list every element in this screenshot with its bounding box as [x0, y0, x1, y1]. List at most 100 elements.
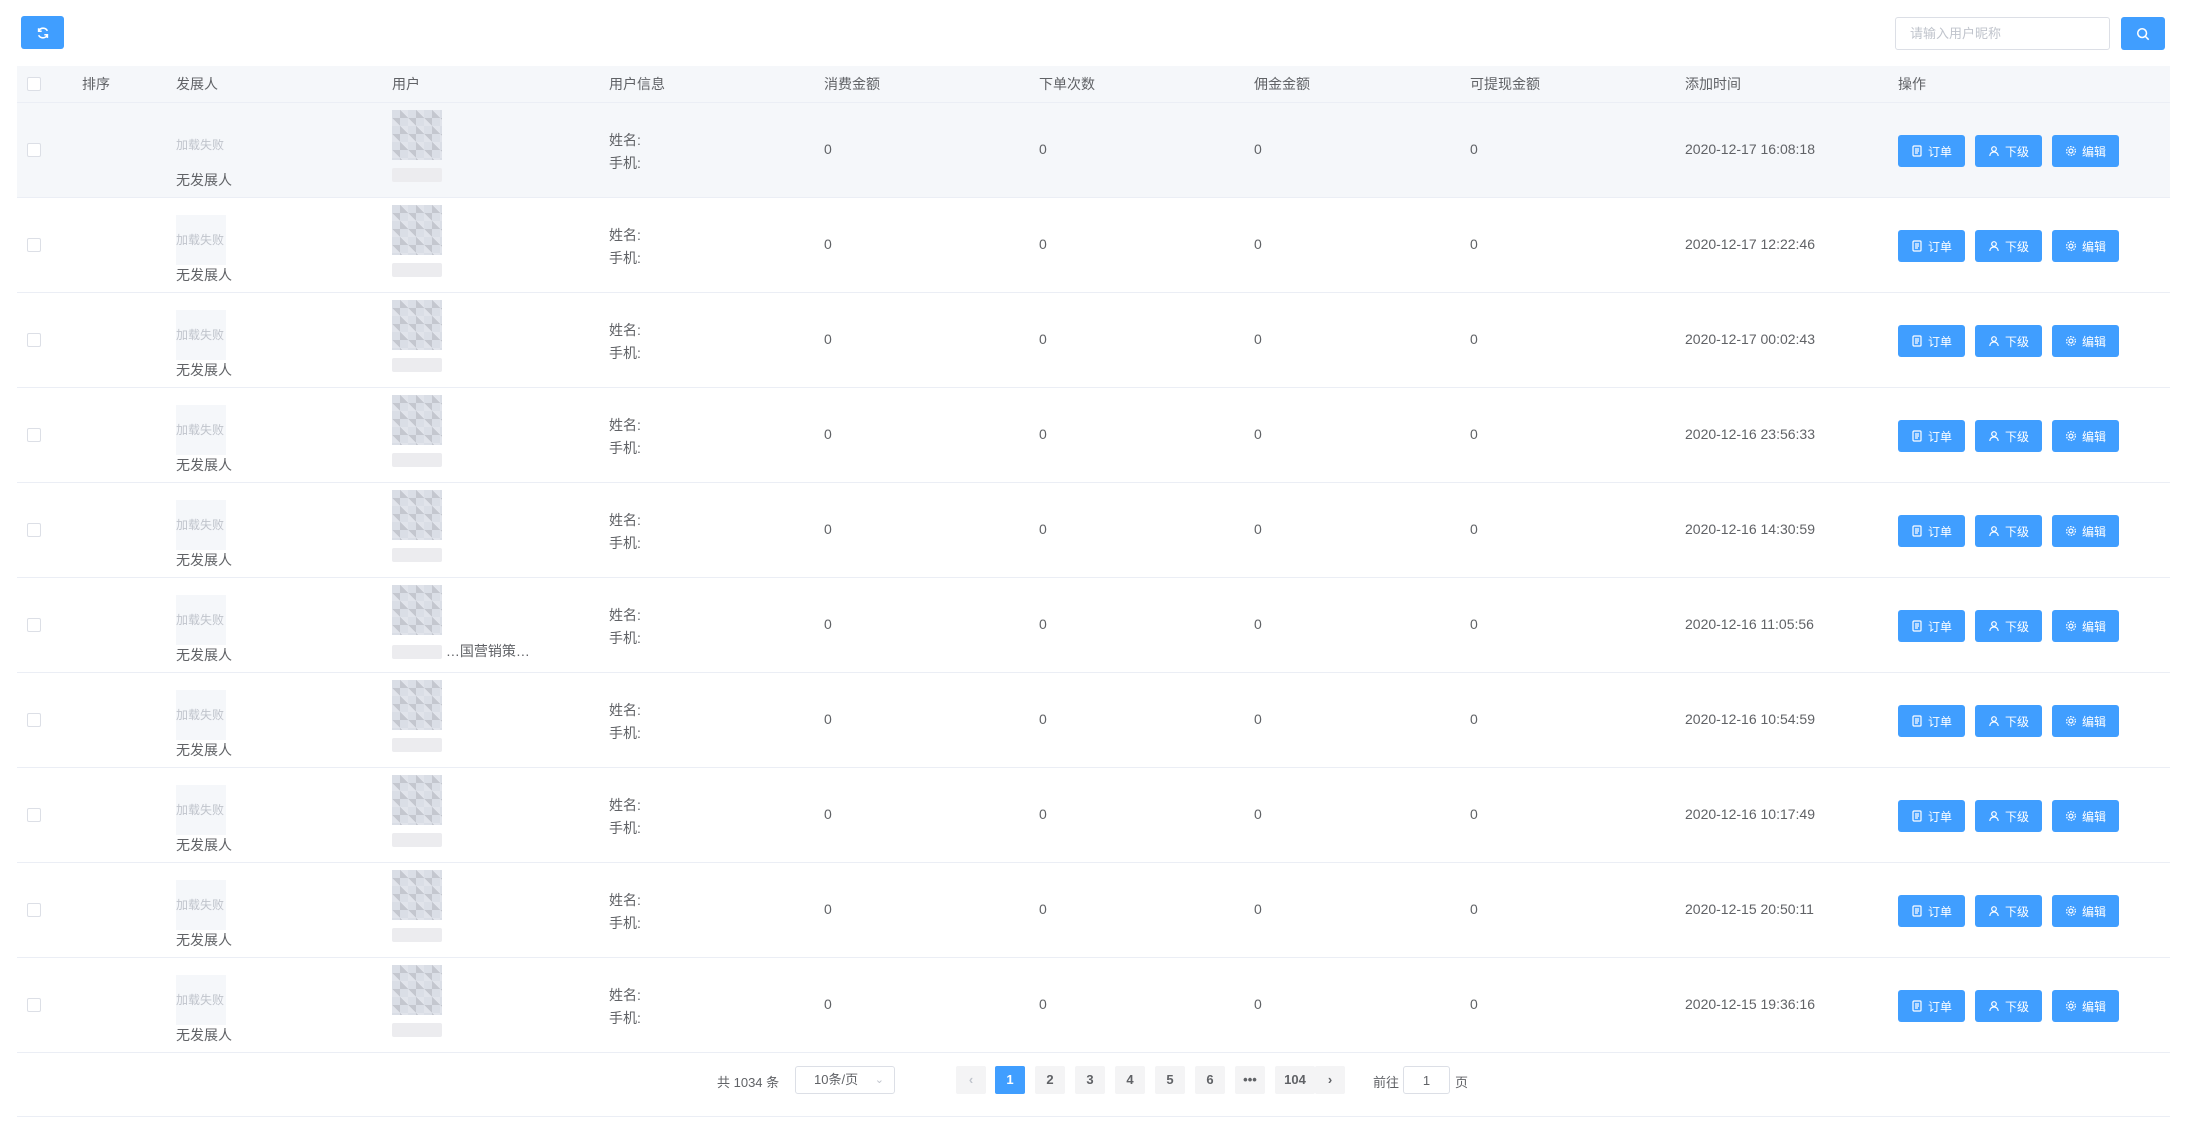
page-4-button[interactable]: 4 — [1115, 1066, 1145, 1094]
user-icon — [1989, 336, 1999, 347]
referrer-avatar: 加载失败 — [176, 500, 226, 550]
order-button-label: 订单 — [1928, 714, 1953, 729]
edit-button-label: 编辑 — [2082, 334, 2107, 349]
row-actions: 订单 下级 编辑 — [1898, 420, 2120, 452]
subordinate-button[interactable]: 下级 — [1975, 515, 2043, 547]
subordinate-button[interactable]: 下级 — [1975, 420, 2043, 452]
header-referrer: 发展人 — [176, 76, 218, 92]
order-button[interactable]: 订单 — [1898, 990, 1966, 1022]
row-checkbox[interactable] — [27, 618, 41, 632]
subordinate-button[interactable]: 下级 — [1975, 990, 2043, 1022]
row-checkbox[interactable] — [27, 998, 41, 1012]
table-row: 加载失败 无发展人 姓名: 手机: 0 0 0 0 2020-12-15 19:36:16 订单 下… — [17, 958, 2170, 1053]
subordinate-button[interactable]: 下级 — [1975, 230, 2043, 262]
order-button[interactable]: 订单 — [1898, 135, 1966, 167]
user-info-phone: 手机: — [609, 630, 641, 646]
user-avatar — [392, 870, 442, 920]
user-icon — [1989, 431, 1999, 442]
edit-button[interactable]: 编辑 — [2052, 895, 2120, 927]
header-consume-amount: 消费金额 — [824, 76, 880, 92]
page-1-button[interactable]: 1 — [995, 1066, 1025, 1094]
gear-icon — [2066, 810, 2077, 822]
user-icon — [1989, 241, 1999, 252]
prev-page-button[interactable]: ‹ — [956, 1066, 986, 1094]
subordinate-button[interactable]: 下级 — [1975, 610, 2043, 642]
order-button[interactable]: 订单 — [1898, 515, 1966, 547]
order-button[interactable]: 订单 — [1898, 800, 1966, 832]
commission-amount: 0 — [1254, 711, 1262, 727]
row-checkbox[interactable] — [27, 428, 41, 442]
referrer-name: 无发展人 — [176, 1027, 232, 1043]
row-checkbox[interactable] — [27, 713, 41, 727]
select-all-checkbox[interactable] — [27, 77, 41, 91]
table-row: 加载失败 无发展人 姓名: 手机: 0 0 0 0 2020-12-15 20:50:11 订单 下… — [17, 863, 2170, 958]
order-button-label: 订单 — [1928, 239, 1953, 254]
refresh-button[interactable] — [21, 16, 64, 49]
user-info-phone: 手机: — [609, 725, 641, 741]
edit-button[interactable]: 编辑 — [2052, 420, 2120, 452]
subordinate-button[interactable]: 下级 — [1975, 895, 2043, 927]
edit-button[interactable]: 编辑 — [2052, 800, 2120, 832]
edit-button[interactable]: 编辑 — [2052, 135, 2120, 167]
row-checkbox[interactable] — [27, 333, 41, 347]
page-size-select[interactable]: 10条/页 ⌄ — [795, 1066, 895, 1094]
order-button[interactable]: 订单 — [1898, 325, 1966, 357]
subordinate-button[interactable]: 下级 — [1975, 800, 2043, 832]
page-3-button[interactable]: 3 — [1075, 1066, 1105, 1094]
referrer-name: 无发展人 — [176, 552, 232, 568]
edit-button[interactable]: 编辑 — [2052, 515, 2120, 547]
document-icon — [1912, 430, 1922, 442]
row-checkbox[interactable] — [27, 143, 41, 157]
order-button[interactable]: 订单 — [1898, 895, 1966, 927]
edit-button[interactable]: 编辑 — [2052, 610, 2120, 642]
subordinate-button[interactable]: 下级 — [1975, 135, 2043, 167]
subordinate-button-label: 下级 — [2005, 619, 2030, 634]
masked-text — [392, 548, 442, 563]
goto-page-input[interactable] — [1403, 1066, 1450, 1094]
next-page-button[interactable]: › — [1315, 1066, 1345, 1094]
order-button[interactable]: 订单 — [1898, 230, 1966, 262]
more-pages-button[interactable]: ••• — [1235, 1066, 1265, 1094]
withdrawable-amount: 0 — [1470, 616, 1478, 632]
user-nickname — [392, 166, 592, 188]
edit-button[interactable]: 编辑 — [2052, 990, 2120, 1022]
order-button[interactable]: 订单 — [1898, 420, 1966, 452]
table-row: 加载失败 无发展人 姓名: 手机: 0 0 0 0 2020-12-17 16:08:18 订单 下… — [17, 103, 2170, 198]
user-info-name: 姓名: — [609, 892, 641, 908]
table-row: 加载失败 无发展人 姓名: 手机: 0 0 0 0 2020-12-16 14:30:59 订单 下… — [17, 483, 2170, 578]
search-input[interactable] — [1895, 17, 2110, 50]
withdrawable-amount: 0 — [1470, 806, 1478, 822]
user-info-phone: 手机: — [609, 820, 641, 836]
gear-icon — [2066, 905, 2077, 917]
edit-button[interactable]: 编辑 — [2052, 325, 2120, 357]
referrer-name: 无发展人 — [176, 742, 232, 758]
header-sort[interactable]: 排序 — [82, 66, 110, 103]
user-icon — [1989, 1001, 1999, 1012]
order-button[interactable]: 订单 — [1898, 705, 1966, 737]
referrer-avatar: 加载失败 — [176, 405, 226, 455]
edit-button[interactable]: 编辑 — [2052, 230, 2120, 262]
row-checkbox[interactable] — [27, 808, 41, 822]
created-time: 2020-12-16 23:56:33 — [1685, 426, 1815, 442]
user-nickname — [392, 546, 592, 568]
order-count: 0 — [1039, 141, 1047, 157]
row-checkbox[interactable] — [27, 238, 41, 252]
row-checkbox[interactable] — [27, 903, 41, 917]
page-104-button[interactable]: 104 — [1275, 1066, 1315, 1094]
page-2-button[interactable]: 2 — [1035, 1066, 1065, 1094]
masked-text — [392, 1023, 442, 1038]
user-info-name: 姓名: — [609, 227, 641, 243]
search-button[interactable] — [2121, 17, 2165, 50]
gear-icon — [2066, 335, 2077, 347]
row-checkbox[interactable] — [27, 523, 41, 537]
page-5-button[interactable]: 5 — [1155, 1066, 1185, 1094]
edit-button[interactable]: 编辑 — [2052, 705, 2120, 737]
subordinate-button[interactable]: 下级 — [1975, 705, 2043, 737]
page-6-button[interactable]: 6 — [1195, 1066, 1225, 1094]
order-button[interactable]: 订单 — [1898, 610, 1966, 642]
subordinate-button-label: 下级 — [2005, 714, 2030, 729]
subordinate-button[interactable]: 下级 — [1975, 325, 2043, 357]
subordinate-button-label: 下级 — [2005, 239, 2030, 254]
order-button-label: 订单 — [1928, 619, 1953, 634]
referrer-name: 无发展人 — [176, 267, 232, 283]
